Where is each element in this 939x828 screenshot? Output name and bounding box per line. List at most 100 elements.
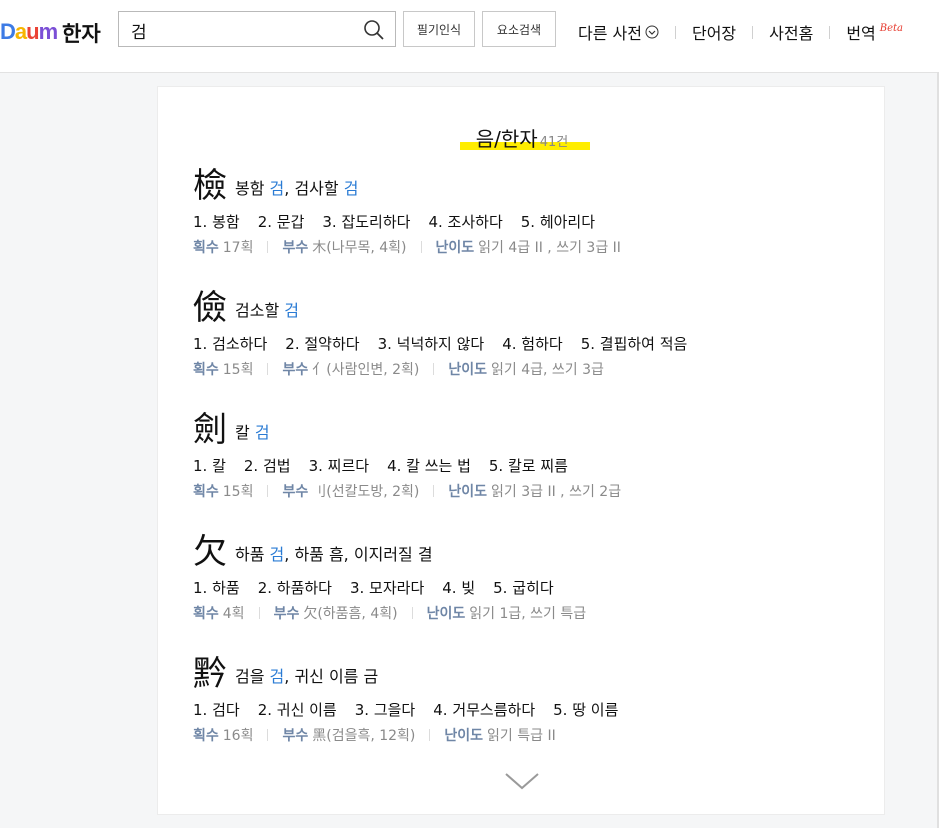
entry-head: 欠 하품 검, 하품 흠, 이지러질 결 [193,531,853,571]
hanja-info: 획수 4획 부수 欠(하품흠, 4획) 난이도 읽기 1급, 쓰기 특급 [193,603,853,623]
meaning-item: 3. 그을다 [354,701,416,719]
search-icon[interactable] [363,19,385,41]
meaning-item: 5. 헤아리다 [520,213,596,231]
hanja-reading[interactable]: 봉함 검, 검사할 검 [235,175,358,199]
info-divider [429,729,431,741]
info-divider [433,485,435,497]
nav-translate[interactable]: 번역 Beta [846,20,903,44]
nav-wordbook[interactable]: 단어장 [692,20,736,44]
hanja-character[interactable]: 檢 [193,167,231,205]
hanja-reading[interactable]: 칼 검 [235,419,270,443]
meaning-item: 3. 넉넉하지 않다 [377,335,485,353]
hanja-info: 획수 15획 부수 刂(선칼도방, 2획) 난이도 읽기 3급 II , 쓰기 2급 [193,481,853,501]
strokes-label: 획수 [193,362,219,378]
radical-label: 부수 [282,484,309,500]
strokes-label: 획수 [193,240,219,256]
daum-logo[interactable]: Daum [0,18,58,46]
meanings-list: 1. 검다 2. 귀신 이름 3. 그을다 4. 거무스름하다 5. 땅 이름 [193,699,853,720]
nav-divider [674,25,676,39]
top-header: Daum 한자 필기인식 요소검색 다른 사전 단어장 사전홈 번역 Beta [0,0,939,73]
meaning-item: 1. 하품 [193,579,240,597]
meaning-item: 3. 잡도리하다 [322,213,411,231]
info-divider [420,241,422,253]
meaning-item: 4. 칼 쓰는 법 [387,457,471,475]
search-input[interactable] [131,18,351,42]
hanja-entry: 黔 검을 검, 귀신 이름 금 1. 검다 2. 귀신 이름 3. 그을다 4. 거무스름… [193,653,853,745]
info-divider [267,729,269,741]
hanja-reading[interactable]: 하품 검, 하품 흠, 이지러질 결 [235,541,433,565]
hanja-character[interactable]: 黔 [193,655,231,693]
level-value: 읽기 1급, 쓰기 특급 [469,606,587,622]
hanja-reading[interactable]: 검을 검, 귀신 이름 금 [235,663,378,687]
hanja-info: 획수 16획 부수 黑(검을흑, 12획) 난이도 읽기 특급 II [193,725,853,745]
info-divider [267,485,269,497]
info-divider [267,363,269,375]
meaning-item: 5. 땅 이름 [553,701,619,719]
info-divider [433,363,435,375]
entry-head: 儉 검소할 검 [193,287,853,327]
strokes-value: 16획 [222,728,254,744]
reading-text: , 하품 흠, 이지러질 결 [284,545,433,564]
nav-other-dict[interactable]: 다른 사전 [578,20,659,44]
entry-head: 劍칼 검 [193,409,853,449]
strokes-label: 획수 [193,484,219,500]
reading-text: 하품 [235,545,270,564]
service-name[interactable]: 한자 [62,18,101,48]
meaning-item: 1. 검소하다 [193,335,268,353]
hanja-entry: 檢 봉함 검, 검사할 검 1. 봉함 2. 문갑 3. 잡도리하다 4. 조사하다 5. … [193,165,853,257]
radical-label: 부수 [282,240,309,256]
hanja-info: 획수 15획 부수 亻(사람인변, 2획) 난이도 읽기 4급, 쓰기 3급 [193,359,853,379]
level-label: 난이도 [426,606,466,622]
hanja-entry: 儉 검소할 검 1. 검소하다 2. 절약하다 3. 넉넉하지 않다 4. 험하다 5. 결… [193,287,853,379]
reading-text: 검소할 [235,301,285,320]
meaning-item: 2. 문갑 [257,213,305,231]
reading-text: 봉함 [235,179,270,198]
reading-highlight: 검 [284,301,299,320]
radical-label: 부수 [282,362,309,378]
reading-text: 검을 [235,667,270,686]
level-label: 난이도 [448,362,488,378]
chevron-down-icon[interactable] [504,770,540,792]
strokes-value: 15획 [222,484,254,500]
meaning-item: 1. 봉함 [193,213,240,231]
reading-highlight: 검 [269,545,285,564]
radical-label: 부수 [273,606,300,622]
hanja-character[interactable]: 欠 [193,533,231,571]
meaning-item: 4. 거무스름하다 [433,701,536,719]
radical-value: 木(나무목, 4획) [312,240,407,256]
meaning-item: 2. 하품하다 [257,579,332,597]
meaning-item: 2. 귀신 이름 [257,701,337,719]
meaning-item: 5. 굽히다 [493,579,554,597]
top-nav: 다른 사전 단어장 사전홈 번역 Beta [578,20,903,44]
reading-text: , 검사할 [284,179,344,198]
nav-divider [752,25,754,39]
handwriting-button[interactable]: 필기인식 [403,11,475,47]
meaning-item: 5. 칼로 찌름 [488,457,568,475]
meaning-item: 5. 결핍하여 적음 [580,335,688,353]
meaning-item: 2. 절약하다 [285,335,360,353]
radical-value: 欠(하품흠, 4획) [303,606,398,622]
reading-highlight: 검 [254,423,270,442]
nav-divider [829,25,831,39]
component-search-button[interactable]: 요소검색 [482,11,556,47]
hanja-character[interactable]: 儉 [193,289,231,327]
reading-text: , 귀신 이름 금 [284,667,379,686]
reading-text: 칼 [235,423,255,442]
nav-dict-home[interactable]: 사전홈 [769,20,813,44]
radical-value: 黑(검을흑, 12획) [312,728,416,744]
section-header: 음/한자 41건 [158,123,886,152]
hanja-character[interactable]: 劍 [193,411,231,449]
radical-value: 亻(사람인변, 2획) [312,362,420,378]
hanja-entry: 欠 하품 검, 하품 흠, 이지러질 결 1. 하품 2. 하품하다 3. 모자라다 4.… [193,531,853,623]
hanja-info: 획수 17획 부수 木(나무목, 4획) 난이도 읽기 4급 II , 쓰기 3급 II [193,237,853,257]
meanings-list: 1. 칼 2. 검법 3. 찌르다 4. 칼 쓰는 법 5. 칼로 찌름 [193,455,853,476]
meaning-item: 4. 험하다 [502,335,563,353]
hanja-reading[interactable]: 검소할 검 [235,297,299,321]
level-label: 난이도 [444,728,484,744]
strokes-value: 15획 [222,362,254,378]
meaning-item: 3. 모자라다 [349,579,425,597]
radical-value: 刂(선칼도방, 2획) [312,484,420,500]
meaning-item: 1. 검다 [193,701,240,719]
meanings-list: 1. 봉함 2. 문갑 3. 잡도리하다 4. 조사하다 5. 헤아리다 [193,211,853,232]
logo-wordmark: Daum [0,19,58,44]
